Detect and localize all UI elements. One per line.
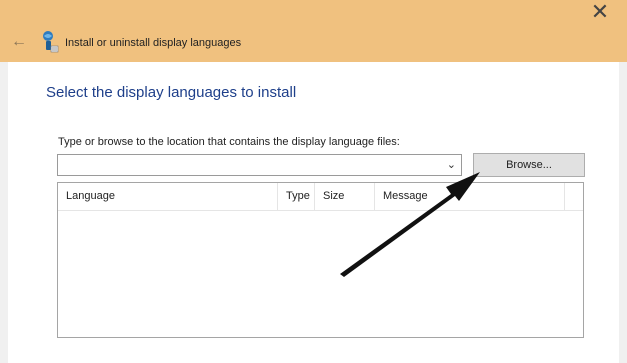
- close-icon[interactable]: ✕: [591, 0, 609, 25]
- language-list[interactable]: Language Type Size Message: [57, 182, 584, 338]
- instruction-label: Type or browse to the location that cont…: [58, 136, 400, 148]
- location-input[interactable]: [62, 156, 446, 176]
- back-button[interactable]: ←: [9, 32, 29, 52]
- list-header: Language Type Size Message: [58, 183, 583, 211]
- globe-person-icon: [43, 31, 59, 53]
- column-header-type[interactable]: Type: [278, 183, 315, 210]
- title-bar: ✕ ← Install or uninstall display languag…: [0, 0, 627, 62]
- column-header-size[interactable]: Size: [315, 183, 375, 210]
- page-heading: Select the display languages to install: [46, 84, 297, 101]
- browse-button[interactable]: Browse...: [473, 153, 585, 177]
- column-header-language[interactable]: Language: [58, 183, 278, 210]
- close-button[interactable]: ✕: [587, 0, 613, 25]
- location-combobox[interactable]: ⌄: [57, 154, 462, 176]
- window-title: Install or uninstall display languages: [65, 37, 242, 49]
- chevron-down-icon[interactable]: ⌄: [447, 158, 456, 171]
- column-header-message[interactable]: Message: [375, 183, 565, 210]
- dialog-content: Select the display languages to install …: [8, 62, 619, 363]
- back-arrow-icon[interactable]: ←: [11, 33, 27, 50]
